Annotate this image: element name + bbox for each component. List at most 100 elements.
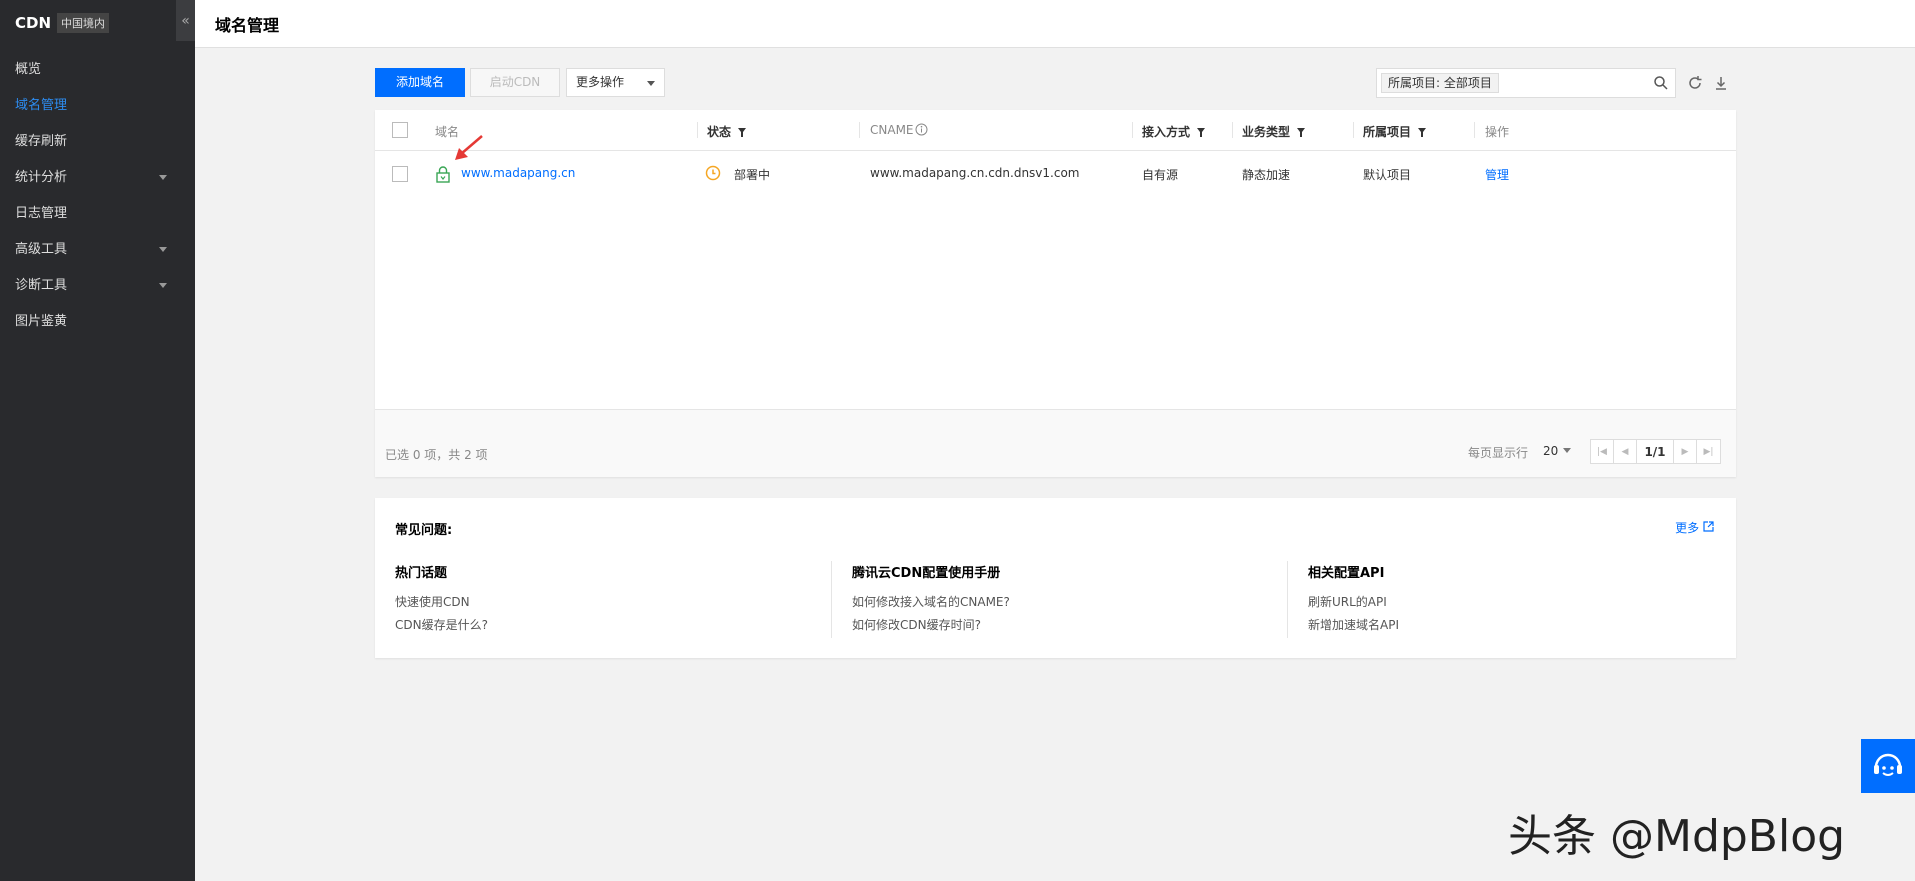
refresh-icon[interactable]: [1687, 75, 1703, 91]
faq-column-hot-topics: 热门话题 快速使用CDN CDN缓存是什么?: [395, 562, 835, 637]
faq-divider: [831, 561, 832, 638]
download-icon[interactable]: [1713, 75, 1729, 91]
more-actions-label: 更多操作: [576, 75, 625, 89]
sidebar-item-advanced-tools[interactable]: 高级工具: [0, 232, 195, 268]
column-header-status[interactable]: 状态: [707, 123, 747, 140]
selection-summary: 已选 0 项，共 2 项: [385, 448, 488, 462]
column-divider: [1232, 122, 1233, 138]
column-header-label: 所属项目: [1363, 125, 1412, 139]
pagination: |◀ ◀ 1/1 ▶ ▶|: [1590, 439, 1721, 464]
sidebar-brand: CDN 中国境内: [0, 0, 195, 46]
column-header-label: 接入方式: [1142, 125, 1191, 139]
sidebar-item-overview[interactable]: 概览: [0, 52, 195, 88]
project-filter-tag[interactable]: 所属项目: 全部项目: [1381, 73, 1499, 93]
faq-link[interactable]: 新增加速域名API: [1308, 614, 1748, 637]
more-actions-dropdown[interactable]: 更多操作: [566, 68, 665, 97]
external-link-icon: [1703, 521, 1714, 532]
faq-link[interactable]: 刷新URL的API: [1308, 591, 1748, 614]
faq-column-heading: 热门话题: [395, 566, 448, 581]
sidebar-item-statistics[interactable]: 统计分析: [0, 160, 195, 196]
faq-column-api: 相关配置API 刷新URL的API 新增加速域名API: [1308, 562, 1748, 637]
info-icon[interactable]: [915, 123, 928, 136]
status-text: 部署中: [734, 168, 771, 182]
column-divider: [1132, 122, 1133, 138]
caret-down-icon: [1563, 448, 1572, 453]
domain-table: 域名 状态 CNAME 接入方式 业务类型 所属项目 操作 www.madapa…: [375, 110, 1736, 477]
first-page-icon: |◀: [1597, 446, 1607, 457]
filter-icon[interactable]: [1197, 128, 1206, 137]
customer-service-button[interactable]: [1861, 739, 1915, 793]
annotation-arrow-icon: [455, 135, 483, 160]
faq-link[interactable]: 快速使用CDN: [395, 591, 835, 614]
project-search-input[interactable]: 所属项目: 全部项目: [1376, 68, 1676, 98]
chevron-down-icon: [159, 175, 167, 180]
column-header-label: 业务类型: [1242, 125, 1291, 139]
sidebar-item-diagnostic-tools[interactable]: 诊断工具: [0, 268, 195, 304]
filter-icon[interactable]: [1297, 128, 1306, 137]
column-header-access[interactable]: 接入方式: [1142, 123, 1206, 140]
faq-column-manual: 腾讯云CDN配置使用手册 如何修改接入域名的CNAME? 如何修改CDN缓存时间…: [852, 562, 1292, 637]
add-domain-button[interactable]: 添加域名: [375, 68, 465, 97]
sidebar-item-label: 统计分析: [15, 170, 68, 185]
enable-cdn-button[interactable]: 启动CDN: [470, 68, 560, 97]
column-header-actions: 操作: [1485, 125, 1510, 139]
faq-more-link[interactable]: 更多: [1675, 519, 1714, 536]
next-page-button[interactable]: ▶: [1674, 440, 1697, 463]
faq-column-heading: 相关配置API: [1308, 566, 1385, 581]
sidebar-item-label: 概览: [15, 62, 42, 77]
sidebar-item-cache-refresh[interactable]: 缓存刷新: [0, 124, 195, 160]
faq-link[interactable]: 如何修改CDN缓存时间?: [852, 614, 1292, 637]
sidebar-item-label: 高级工具: [15, 242, 68, 257]
domain-link[interactable]: www.madapang.cn: [461, 166, 575, 180]
prev-page-button[interactable]: ◀: [1614, 440, 1637, 463]
first-page-button[interactable]: |◀: [1591, 440, 1614, 463]
column-header-project[interactable]: 所属项目: [1363, 123, 1427, 140]
page-size-select[interactable]: 20: [1543, 444, 1572, 458]
toolbar: 添加域名 启动CDN 更多操作 所属项目: 全部项目: [375, 68, 1736, 98]
column-header-service-type[interactable]: 业务类型: [1242, 123, 1306, 140]
access-type: 自有源: [1142, 168, 1179, 182]
service-type: 静态加速: [1242, 168, 1291, 182]
faq-link[interactable]: 如何修改接入域名的CNAME?: [852, 591, 1292, 614]
secure-lock-icon: [436, 166, 450, 183]
column-header-label: 状态: [707, 125, 732, 139]
sidebar-item-domain-management[interactable]: 域名管理: [0, 88, 195, 124]
sidebar-item-logs[interactable]: 日志管理: [0, 196, 195, 232]
filter-icon[interactable]: [1418, 128, 1427, 137]
column-divider: [1474, 122, 1475, 138]
select-all-checkbox[interactable]: [392, 122, 408, 138]
region-badge[interactable]: 中国境内: [57, 13, 110, 33]
page-header: 域名管理: [195, 0, 1915, 48]
column-divider: [697, 122, 698, 138]
filter-icon[interactable]: [738, 128, 747, 137]
last-page-button[interactable]: ▶|: [1697, 440, 1720, 463]
page-size-label: 每页显示行: [1468, 446, 1529, 460]
search-icon[interactable]: [1653, 75, 1669, 91]
manage-link[interactable]: 管理: [1485, 166, 1509, 183]
sidebar-item-label: 图片鉴黄: [15, 314, 68, 329]
table-footer: 已选 0 项，共 2 项 每页显示行 20 |◀ ◀ 1/1 ▶ ▶|: [375, 409, 1736, 477]
product-title: CDN: [15, 14, 52, 32]
table-header: 域名 状态 CNAME 接入方式 业务类型 所属项目 操作: [375, 110, 1736, 151]
column-header-cname: CNAME: [870, 123, 928, 137]
sidebar-item-label: 缓存刷新: [15, 134, 68, 149]
faq-link[interactable]: CDN缓存是什么?: [395, 614, 835, 637]
sidebar-item-image-moderation[interactable]: 图片鉴黄: [0, 304, 195, 340]
page-size-value: 20: [1543, 444, 1559, 458]
caret-down-icon: [647, 81, 655, 86]
faq-column-heading: 腾讯云CDN配置使用手册: [852, 566, 1001, 581]
faq-title: 常见问题:: [395, 523, 453, 538]
project-name: 默认项目: [1363, 168, 1412, 182]
sidebar: CDN 中国境内 « 概览 域名管理 缓存刷新 统计分析 日志管理 高级工具 诊…: [0, 0, 195, 881]
row-checkbox[interactable]: [392, 166, 408, 182]
next-page-icon: ▶: [1681, 446, 1689, 457]
headset-icon: [1874, 753, 1902, 776]
clock-icon: [705, 165, 721, 181]
faq-more-label: 更多: [1675, 521, 1700, 535]
page-title: 域名管理: [215, 16, 280, 35]
collapse-sidebar-button[interactable]: «: [176, 0, 195, 41]
column-divider: [859, 122, 860, 138]
sidebar-item-label: 域名管理: [15, 98, 68, 113]
faq-divider: [1287, 561, 1288, 638]
page-indicator: 1/1: [1637, 440, 1674, 463]
